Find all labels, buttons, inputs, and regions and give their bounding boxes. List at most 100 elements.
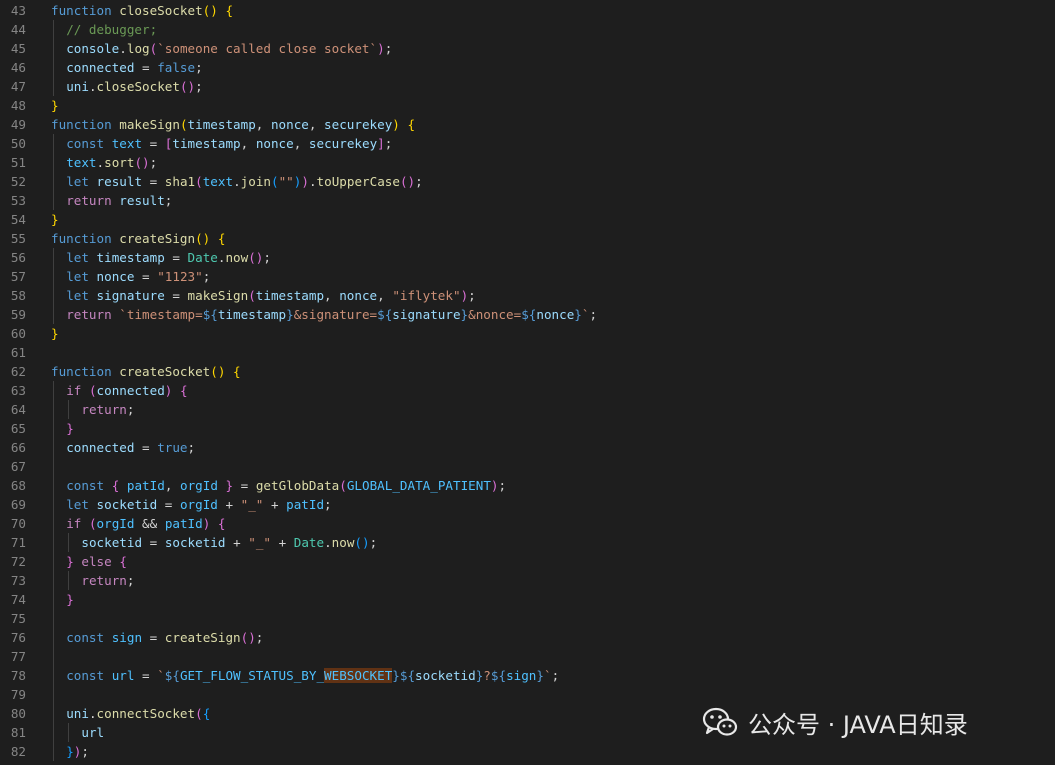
code-token: ; [589,307,598,322]
code-token: ( [195,174,203,189]
code-token: ${ [377,307,393,322]
code-text: uni.connectSocket({ [66,704,210,723]
code-token: join [240,174,271,189]
indent-guide [53,248,54,267]
code-token: ; [81,744,89,759]
code-token: connectSocket [96,706,196,721]
code-token: () [240,630,256,645]
code-token: connected [96,383,165,398]
indent-guide [53,400,54,419]
code-token: orgId [179,478,218,493]
code-token: } [51,98,59,113]
code-token: ; [202,269,211,284]
code-token: return [81,573,127,588]
code-token: ; [195,79,203,94]
code-token: } [66,744,74,759]
code-text: } [51,210,59,229]
code-token: , [293,136,309,151]
line-number: 59 [10,307,26,322]
code-token: ; [384,41,393,56]
code-token: nonce [339,288,378,303]
code-token: signature [392,307,461,322]
line-number: 61 [10,345,26,360]
code-token: , [324,288,340,303]
code-token: ( [271,174,279,189]
line-number: 60 [10,326,26,341]
code-token: WEBSOCKET [324,668,393,683]
indent-guide [53,419,54,438]
code-token: { [217,516,226,531]
line-number: 55 [10,231,26,246]
code-token: () [179,79,196,94]
code-token: timestamp [255,288,325,303]
code-editor[interactable]: 43 function closeSocket() {44// debugger;… [0,0,1055,765]
indent-guide [53,571,54,590]
code-token: url [81,725,105,740]
code-token: else [81,554,112,569]
code-token: text [66,155,97,170]
code-token: + [217,497,241,512]
line-number: 49 [10,117,26,132]
code-token: toUpperCase [316,174,400,189]
code-text: if (orgId && patId) { [66,514,225,533]
code-token: ; [263,250,271,265]
code-token: . [324,535,332,550]
wechat-icon [700,702,740,742]
code-token: () [195,231,211,246]
code-token: "iflytek" [392,288,461,303]
code-token: + [225,535,249,550]
line-number: 70 [10,516,26,531]
code-token: console [66,41,120,56]
line-number: 79 [10,687,26,702]
code-text: } [51,96,59,115]
line-number: 58 [10,288,26,303]
code-token: "_" [248,535,271,550]
indent-guide [53,39,54,58]
code-token: function [51,364,112,379]
code-token: , [377,288,393,303]
line-number: 77 [10,649,26,664]
code-token: } [66,592,74,607]
code-token: } [536,668,544,683]
code-token: const [66,136,105,151]
code-token: = [142,535,165,550]
line-number: 48 [10,98,26,113]
code-token: ; [384,136,393,151]
code-text: if (connected) { [66,381,187,400]
line-number: 68 [10,478,26,493]
code-token: Date [187,250,218,265]
code-token: function [51,117,112,132]
line-number: 47 [10,79,26,94]
watermark-text: 公众号 · JAVA日知录 [748,710,968,739]
code-token: sign [111,630,143,645]
code-text: console.log(`someone called close socket… [66,39,392,58]
code-text: connected = true; [66,438,195,457]
code-token: timestamp [217,307,287,322]
code-token: return [66,307,112,322]
line-number: 46 [10,60,26,75]
indent-guide [53,172,54,191]
line-number: 82 [10,744,26,759]
code-token: socketid [164,535,226,550]
code-token: socketid [96,497,158,512]
code-token: &signature= [293,307,378,322]
code-text: text.sort(); [66,153,157,172]
code-token: ( [88,383,97,398]
code-token: result [96,174,143,189]
code-token: GET_FLOW_STATUS_BY_ [179,668,325,683]
code-token: { [225,3,234,18]
line-number: 51 [10,155,26,170]
code-token: ; [164,193,173,208]
line-number: 71 [10,535,26,550]
line-number: 57 [10,269,26,284]
code-token: nonce [96,269,135,284]
code-token: = [164,250,188,265]
code-token: ) [490,478,499,493]
code-token: ; [195,60,203,75]
code-token: ( [88,516,97,531]
